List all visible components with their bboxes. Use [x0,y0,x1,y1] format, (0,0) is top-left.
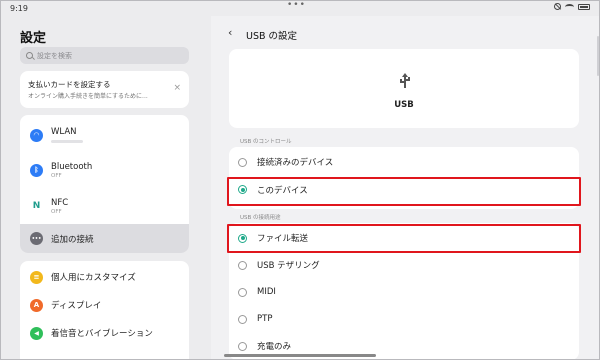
radio-button[interactable] [238,260,247,270]
personalization-group: ≡ 個人用にカスタマイズ A ディスプレイ ◀ 着信音とバイブレーション [20,261,189,360]
section-usb-purpose: USB の接続用途 [240,215,281,221]
sidebar-item-label: 個人用にカスタマイズ [51,273,136,283]
sidebar-item-status: OFF [51,172,62,179]
sidebar-item-status: OFF [51,208,62,215]
promo-subtitle: オンライン購入手続きを簡単にするために... [28,93,148,100]
back-arrow-icon[interactable]: ‹ [228,26,232,39]
sidebar-item-label: ディスプレイ [51,301,102,311]
personalize-icon: ≡ [30,270,43,284]
option-label: MIDI [257,287,276,297]
option-label: USB テザリング [257,261,320,271]
radio-option-ptp[interactable]: PTP [229,307,579,331]
search-input[interactable]: 設定を検索 [20,47,189,64]
usb-icon [399,73,411,89]
statusbar: 9:19 ••• [0,0,600,16]
radio-button[interactable] [238,314,247,324]
settings-sidebar: 設定 設定を検索 支払いカードを設定する オンライン購入手続きを簡単にするために… [0,16,211,360]
option-label: 接続済みのデバイス [257,158,334,168]
radio-button[interactable] [238,341,247,351]
status-time: 9:19 [10,4,28,13]
page-title: 設定 [20,31,47,46]
more-icon: ••• [30,232,43,245]
radio-option-midi[interactable]: MIDI [229,280,579,304]
sidebar-item-bluetooth[interactable]: ᛒ Bluetooth OFF [20,155,189,185]
scrollbar[interactable] [597,36,599,76]
option-label: PTP [257,314,273,324]
bluetooth-icon: ᛒ [30,163,43,177]
search-placeholder: 設定を検索 [37,51,72,60]
section-usb-control: USB のコントロール [240,139,292,145]
sidebar-item-label: Bluetooth [51,161,93,172]
sidebar-item-label: 追加の接続 [51,234,94,245]
promo-title: 支払いカードを設定する [28,80,111,89]
connections-group: ◠ WLAN ᛒ Bluetooth OFF N NFC OFF ••• 追加の… [20,115,189,253]
close-icon[interactable]: × [173,83,181,93]
radio-button[interactable] [238,287,247,297]
radio-button[interactable] [238,157,247,167]
sidebar-item-label: WLAN [51,127,77,137]
option-label: 充電のみ [257,342,292,352]
search-icon [26,52,33,59]
wifi-status-icon [565,3,574,10]
status-icons [554,3,590,10]
battery-icon [578,3,590,10]
home-indicator[interactable] [224,354,376,357]
wlan-status-placeholder [51,140,83,143]
highlight-this-device [227,177,581,206]
sidebar-item-sound[interactable]: ◀ 着信音とバイブレーション [20,323,189,343]
sidebar-item-personalize[interactable]: ≡ 個人用にカスタマイズ [20,267,189,287]
sidebar-item-label: 着信音とバイブレーション [51,329,153,339]
mute-icon [554,3,561,10]
multitask-dots[interactable]: ••• [287,0,306,10]
display-icon: A [30,298,43,312]
sidebar-item-nfc[interactable]: N NFC OFF [20,191,189,221]
usb-header-card: USB [229,49,579,128]
radio-option-connected-device[interactable]: 接続済みのデバイス [229,150,579,174]
nfc-icon: N [30,199,43,213]
wifi-icon: ◠ [30,128,43,142]
radio-option-usb-tethering[interactable]: USB テザリング [229,253,579,277]
sidebar-item-label: NFC [51,197,69,208]
payment-card-promo[interactable]: 支払いカードを設定する オンライン購入手続きを簡単にするために... × [20,71,189,108]
sidebar-item-wlan[interactable]: ◠ WLAN [20,121,189,149]
sidebar-item-more-connections[interactable]: ••• 追加の接続 [20,224,189,253]
sidebar-item-display[interactable]: A ディスプレイ [20,295,189,315]
highlight-file-transfer [227,224,581,253]
pane-title: USB の設定 [246,31,298,42]
usb-label: USB [394,100,414,110]
sound-icon: ◀ [30,326,43,340]
